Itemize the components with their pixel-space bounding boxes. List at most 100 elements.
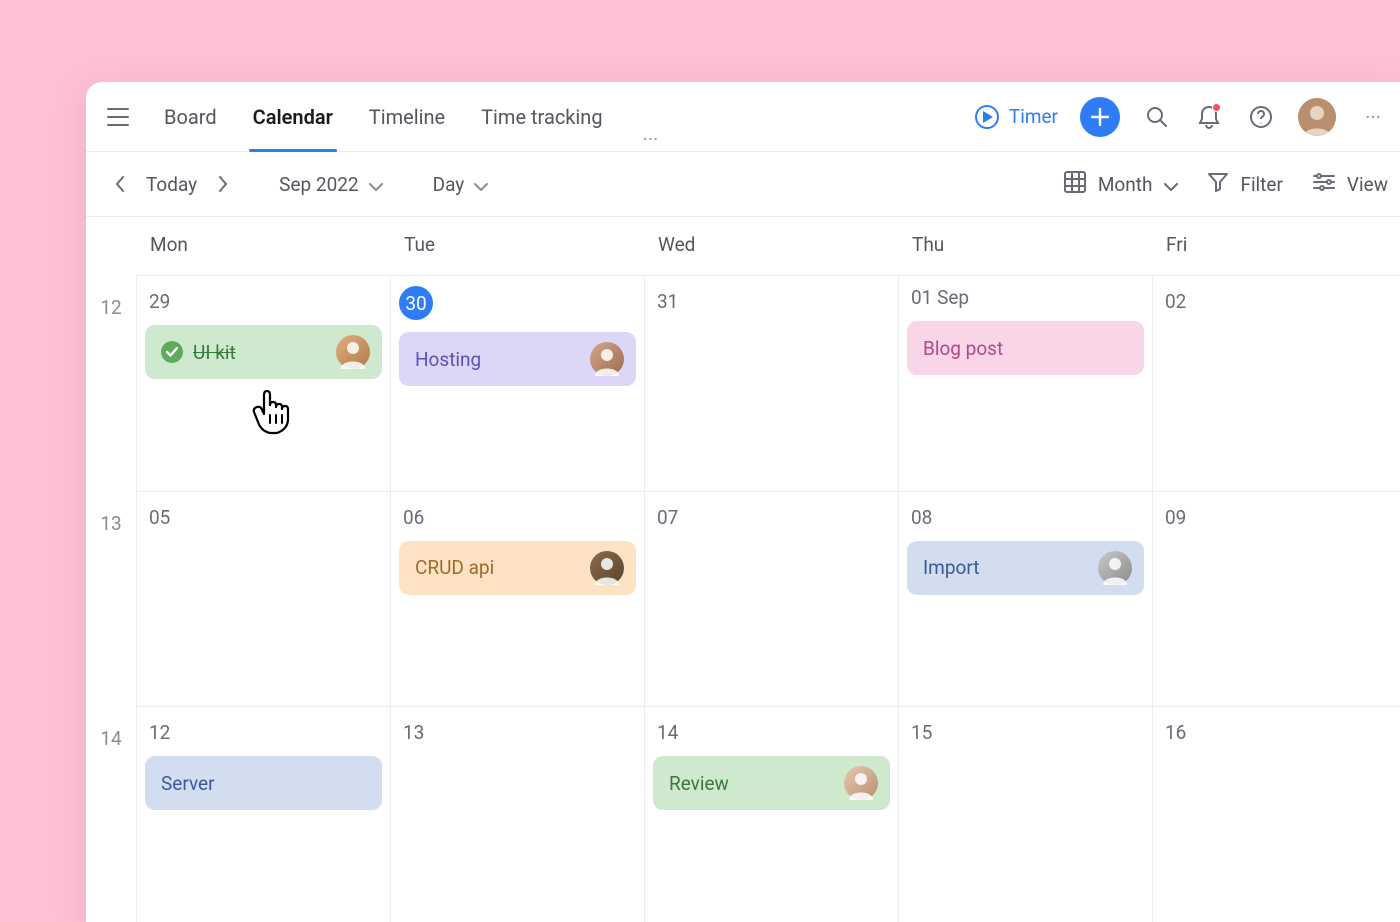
tab-timeline[interactable]: Timeline — [365, 82, 449, 151]
day-number: 30 — [399, 286, 433, 320]
view-mode-dropdown[interactable]: Month — [1064, 171, 1179, 198]
app-window: Board Calendar Timeline Time tracking ··… — [86, 82, 1400, 922]
week-number: 12 — [86, 276, 136, 491]
calendar-cell[interactable]: 08 Import — [898, 492, 1152, 707]
appbar-right: Timer ··· — [975, 97, 1388, 137]
tab-board[interactable]: Board — [160, 82, 221, 151]
day-header: Wed — [644, 217, 898, 275]
calendar-cell[interactable]: 06 CRUD api — [390, 492, 644, 707]
day-number: 16 — [1161, 717, 1190, 744]
event-title: CRUD api — [415, 556, 580, 579]
calendar-event[interactable]: Review — [653, 756, 890, 810]
day-number: 06 — [399, 502, 428, 529]
prev-arrow[interactable] — [104, 168, 136, 200]
day-number: 12 — [145, 717, 174, 744]
view-settings-label: View — [1347, 173, 1388, 196]
day-number: 14 — [653, 717, 682, 744]
timeframe-dropdown[interactable]: Day — [423, 173, 499, 196]
day-header: Mon — [136, 217, 390, 275]
calendar-event[interactable]: Hosting — [399, 332, 636, 386]
view-settings-button[interactable]: View — [1313, 172, 1388, 197]
event-title: UI kit — [193, 341, 326, 364]
calendar: Mon Tue Wed Thu Fri 1229UI kit30Hosting3… — [86, 217, 1400, 922]
timeframe-label: Day — [433, 173, 465, 196]
calendar-row: 14 12 Server 13 14 Review 15 16 — [136, 706, 1400, 922]
assignee-avatar — [590, 551, 624, 585]
assignee-avatar — [336, 335, 370, 369]
day-number: 07 — [653, 502, 682, 529]
event-title: Import — [923, 556, 1088, 579]
day-number: 05 — [145, 502, 174, 529]
event-title: Review — [669, 772, 834, 795]
calendar-cell[interactable]: 01 Sep Blog post — [898, 276, 1152, 491]
next-arrow[interactable] — [207, 168, 239, 200]
day-number: 08 — [907, 502, 936, 529]
event-title: Hosting — [415, 348, 580, 371]
calendar-cell[interactable]: 02 — [1152, 276, 1400, 491]
event-title: Server — [161, 772, 370, 795]
menu-icon[interactable] — [98, 97, 138, 137]
assignee-avatar — [844, 766, 878, 800]
play-icon — [975, 105, 999, 129]
day-headers: Mon Tue Wed Thu Fri — [136, 217, 1400, 275]
calendar-cell[interactable]: 14 Review — [644, 707, 898, 922]
calendar-cell[interactable]: 07 — [644, 492, 898, 707]
day-header: Fri — [1152, 217, 1400, 275]
day-number: 15 — [907, 717, 936, 744]
nav-tabs: Board Calendar Timeline Time tracking ··… — [160, 82, 666, 151]
today-button[interactable]: Today — [136, 173, 207, 196]
calendar-event[interactable]: CRUD api — [399, 541, 636, 595]
timer-button[interactable]: Timer — [975, 105, 1058, 129]
search-icon[interactable] — [1142, 102, 1172, 132]
day-number: 13 — [399, 717, 428, 744]
day-header: Thu — [898, 217, 1152, 275]
month-label: Sep 2022 — [279, 173, 358, 196]
assignee-avatar — [590, 342, 624, 376]
calendar-event[interactable]: Blog post — [907, 321, 1144, 375]
calendar-cell[interactable]: 05 — [136, 492, 390, 707]
calendar-event[interactable]: Server — [145, 756, 382, 810]
day-number: 31 — [653, 286, 682, 313]
day-number: 29 — [145, 286, 174, 313]
notification-dot — [1212, 103, 1221, 112]
chevron-down-icon — [369, 173, 383, 196]
calendar-cell[interactable]: 31 — [644, 276, 898, 491]
event-title: Blog post — [923, 337, 1132, 360]
calendar-cell[interactable]: 12 Server — [136, 707, 390, 922]
assignee-avatar — [1098, 551, 1132, 585]
calendar-event[interactable]: Import — [907, 541, 1144, 595]
chevron-down-icon — [1164, 173, 1178, 196]
check-icon — [161, 341, 183, 363]
grid-icon — [1064, 171, 1086, 198]
calendar-cell[interactable]: 16 — [1152, 707, 1400, 922]
timer-label: Timer — [1009, 105, 1058, 128]
calendar-row: 1229UI kit30Hosting3101 SepBlog post02 — [136, 275, 1400, 491]
calendar-cell[interactable]: 13 — [390, 707, 644, 922]
calendar-cell[interactable]: 15 — [898, 707, 1152, 922]
day-number: 09 — [1161, 502, 1190, 529]
filter-label: Filter — [1240, 173, 1282, 196]
day-number: 01 Sep — [907, 282, 973, 309]
calendar-cell[interactable]: 09 — [1152, 492, 1400, 707]
notifications-icon[interactable] — [1194, 102, 1224, 132]
add-button[interactable] — [1080, 97, 1120, 137]
chevron-down-icon — [474, 173, 488, 196]
app-bar: Board Calendar Timeline Time tracking ··… — [86, 82, 1400, 152]
help-icon[interactable] — [1246, 102, 1276, 132]
calendar-event[interactable]: UI kit — [145, 325, 382, 379]
user-avatar[interactable] — [1298, 98, 1336, 136]
day-header: Tue — [390, 217, 644, 275]
calendar-row: 130506CRUD api0708Import09 — [136, 491, 1400, 707]
calendar-cell[interactable]: 30 Hosting — [390, 276, 644, 491]
month-dropdown[interactable]: Sep 2022 — [269, 173, 392, 196]
filter-button[interactable]: Filter — [1208, 172, 1282, 197]
filter-icon — [1208, 172, 1228, 197]
view-mode-label: Month — [1098, 173, 1153, 196]
tab-calendar[interactable]: Calendar — [249, 82, 337, 151]
day-number: 02 — [1161, 286, 1190, 313]
more-icon[interactable]: ··· — [1358, 102, 1388, 132]
week-number: 14 — [86, 707, 136, 922]
tab-time-tracking[interactable]: Time tracking — [477, 82, 606, 151]
tab-more-icon[interactable]: ··· — [635, 127, 667, 151]
calendar-cell[interactable]: 29 UI kit — [136, 276, 390, 491]
